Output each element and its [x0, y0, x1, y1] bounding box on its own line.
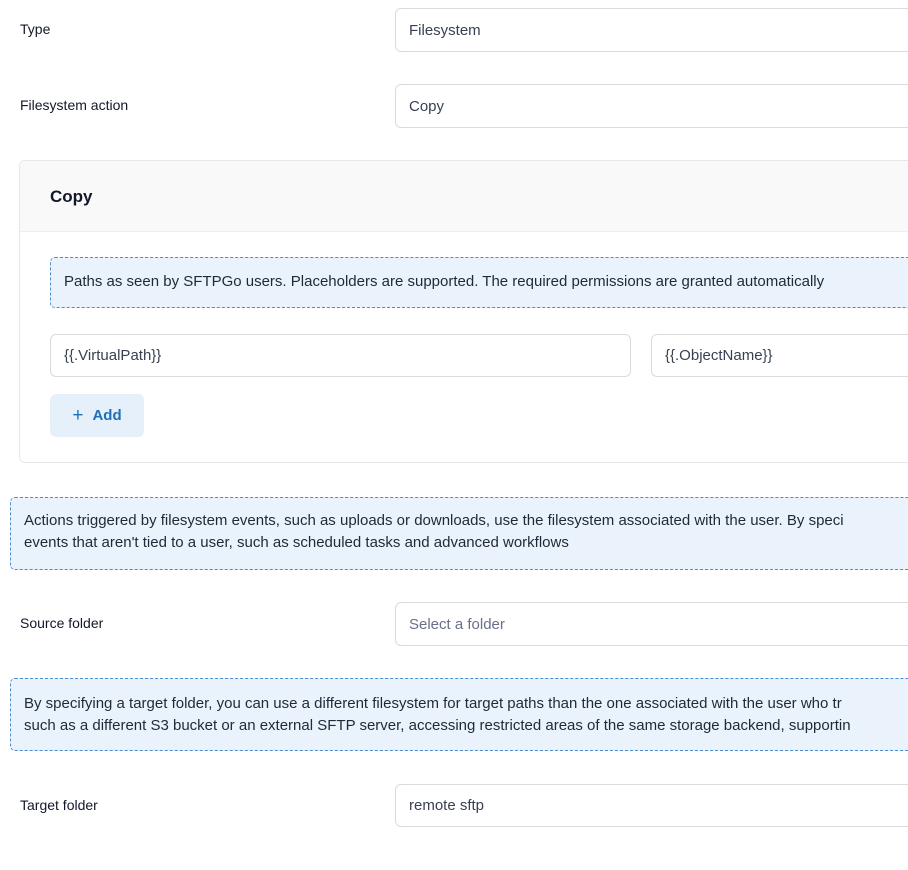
- source-folder-placeholder: Select a folder: [409, 615, 505, 633]
- copy-source-path-input[interactable]: {{.VirtualPath}}: [50, 334, 631, 377]
- plus-icon: +: [72, 405, 84, 426]
- target-folder-select[interactable]: remote sftp: [395, 784, 908, 827]
- target-folder-notice-line2: such as a different S3 bucket or an exte…: [24, 717, 851, 734]
- filesystem-events-notice-line1: Actions triggered by filesystem events, …: [24, 512, 844, 529]
- target-folder-label: Target folder: [20, 797, 98, 813]
- add-button-label: Add: [92, 407, 122, 424]
- type-select[interactable]: Filesystem: [395, 8, 908, 52]
- filesystem-action-label: Filesystem action: [20, 97, 129, 113]
- target-folder-notice: By specifying a target folder, you can u…: [10, 678, 908, 751]
- target-folder-notice-line1: By specifying a target folder, you can u…: [24, 695, 842, 712]
- copy-paths-notice-text: Paths as seen by SFTPGo users. Placehold…: [64, 273, 825, 290]
- copy-target-path-input[interactable]: {{.ObjectName}}: [651, 334, 908, 377]
- copy-target-path-value: {{.ObjectName}}: [665, 347, 773, 364]
- add-copy-path-button[interactable]: + Add: [50, 394, 144, 437]
- copy-source-path-value: {{.VirtualPath}}: [64, 347, 162, 364]
- filesystem-events-notice: Actions triggered by filesystem events, …: [10, 497, 908, 570]
- copy-paths-notice: Paths as seen by SFTPGo users. Placehold…: [50, 257, 908, 308]
- source-folder-select[interactable]: Select a folder: [395, 602, 908, 646]
- copy-card-title: Copy: [50, 187, 93, 206]
- source-folder-label: Source folder: [20, 615, 104, 631]
- type-select-value: Filesystem: [409, 21, 481, 39]
- copy-card-header: Copy: [20, 161, 908, 232]
- filesystem-action-select[interactable]: Copy: [395, 84, 908, 128]
- filesystem-events-notice-line2: events that aren't tied to a user, such …: [24, 534, 569, 551]
- target-folder-value: remote sftp: [409, 797, 485, 814]
- filesystem-action-value: Copy: [409, 97, 445, 115]
- event-action-form: Type Filesystem Filesystem action Copy C…: [0, 0, 908, 870]
- copy-card: Copy: [19, 160, 908, 463]
- type-label: Type: [20, 21, 51, 37]
